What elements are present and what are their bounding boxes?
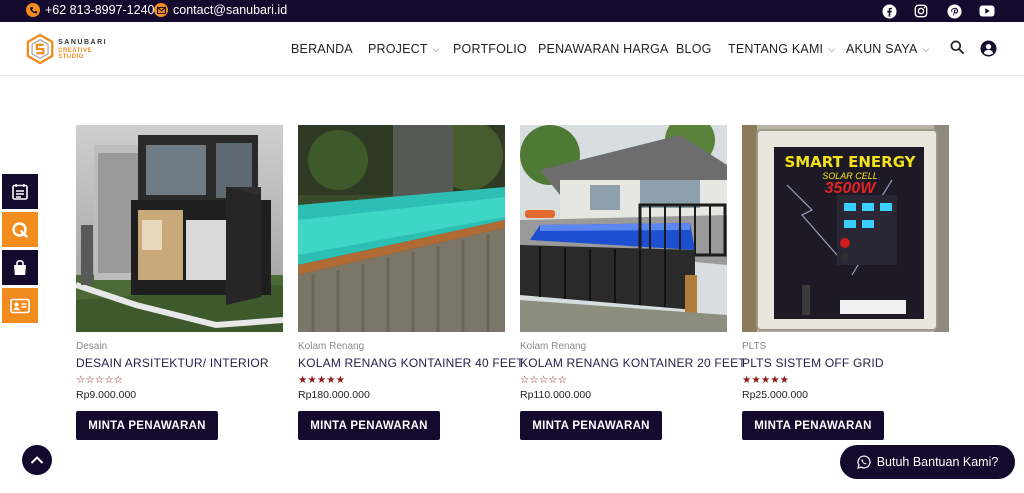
- nav-penawaran-harga[interactable]: PENAWARAN HARGA: [538, 42, 669, 56]
- product-title[interactable]: KOLAM RENANG KONTAINER 40 FEET: [298, 356, 524, 370]
- product-image-kolam-renang-40[interactable]: [298, 125, 505, 332]
- whatsapp-icon: [856, 455, 871, 469]
- product-price: Rp180.000.000: [298, 389, 370, 401]
- contact-card-icon[interactable]: [2, 288, 38, 323]
- nav-portfolio[interactable]: PORTFOLIO: [453, 42, 527, 56]
- chevron-down-icon: ⌵: [432, 44, 440, 54]
- panel-brand-text: SMART ENERGY: [784, 153, 916, 171]
- nav-label: AKUN SAYA: [846, 42, 918, 56]
- minta-penawaran-button[interactable]: MINTA PENAWARAN: [520, 411, 662, 440]
- product-image-kolam-renang-20[interactable]: [520, 125, 727, 332]
- minta-penawaran-button[interactable]: MINTA PENAWARAN: [76, 411, 218, 440]
- nav-label: PORTFOLIO: [453, 42, 527, 56]
- logo-mark-icon: [26, 33, 54, 65]
- instagram-icon[interactable]: [913, 3, 929, 19]
- minta-penawaran-button[interactable]: MINTA PENAWARAN: [742, 411, 884, 440]
- logo-line-1: SANUBARI: [58, 38, 108, 46]
- scroll-to-top-button[interactable]: [22, 445, 52, 475]
- shopping-bag-icon[interactable]: [2, 250, 38, 285]
- pinterest-icon[interactable]: [946, 3, 962, 19]
- rating-stars: ☆☆☆☆☆: [76, 374, 124, 386]
- whatsapp-label: Butuh Bantuan Kami?: [876, 455, 999, 469]
- youtube-icon[interactable]: [979, 3, 995, 19]
- product-title[interactable]: DESAIN ARSITEKTUR/ INTERIOR: [76, 356, 269, 370]
- email-contact[interactable]: contact@sanubari.id: [154, 3, 287, 17]
- site-header: SANUBARI CREATIVE STUDIO BERANDA PROJECT…: [0, 22, 1024, 76]
- rating-stars: ☆☆☆☆☆: [520, 374, 568, 386]
- product-title[interactable]: KOLAM RENANG KONTAINER 20 FEET: [520, 356, 746, 370]
- email-icon: [154, 3, 168, 17]
- email-address: contact@sanubari.id: [173, 3, 288, 17]
- panel-watt-text: 3500W: [824, 180, 876, 197]
- product-category[interactable]: Desain: [76, 341, 107, 352]
- chevron-up-icon: [30, 456, 44, 464]
- logo-line-2: CREATIVE STUDIO: [58, 47, 93, 60]
- product-price: Rp25.000.000: [742, 389, 808, 401]
- nav-label: PENAWARAN HARGA: [538, 42, 669, 56]
- minta-penawaran-button[interactable]: MINTA PENAWARAN: [298, 411, 440, 440]
- phone-number: +62 813-8997-1240: [45, 3, 155, 17]
- nav-project[interactable]: PROJECT ⌵: [368, 42, 440, 56]
- whatsapp-help-button[interactable]: Butuh Bantuan Kami?: [840, 445, 1015, 479]
- nav-label: BERANDA: [291, 42, 353, 56]
- phone-contact[interactable]: +62 813-8997-1240: [26, 3, 154, 17]
- chevron-down-icon: ⌵: [922, 44, 930, 54]
- product-image-desain-arsitektur[interactable]: [76, 125, 283, 332]
- quote-icon[interactable]: [2, 212, 38, 247]
- chevron-down-icon: ⌵: [828, 44, 836, 54]
- rating-stars: ★★★★★: [298, 374, 346, 386]
- account-icon[interactable]: [980, 40, 997, 57]
- nav-tentang-kami[interactable]: TENTANG KAMI ⌵: [728, 42, 835, 56]
- nav-blog[interactable]: BLOG: [676, 42, 712, 56]
- nav-akun-saya[interactable]: AKUN SAYA ⌵: [846, 42, 930, 56]
- facebook-icon[interactable]: [881, 3, 897, 19]
- product-image-plts-sistem-off-grid[interactable]: SMART ENERGY SOLAR CELL 3500W: [742, 125, 949, 332]
- phone-icon: [26, 3, 40, 17]
- search-icon[interactable]: [950, 40, 964, 54]
- product-price: Rp110.000.000: [520, 389, 592, 401]
- rating-stars: ★★★★★: [742, 374, 790, 386]
- nav-label: PROJECT: [368, 42, 428, 56]
- nav-beranda[interactable]: BERANDA: [291, 42, 353, 56]
- catalog-icon[interactable]: [2, 174, 38, 209]
- product-category[interactable]: PLTS: [742, 341, 766, 352]
- product-category[interactable]: Kolam Renang: [520, 341, 586, 352]
- product-price: Rp9.000.000: [76, 389, 137, 401]
- product-category[interactable]: Kolam Renang: [298, 341, 364, 352]
- nav-label: TENTANG KAMI: [728, 42, 824, 56]
- site-logo[interactable]: SANUBARI CREATIVE STUDIO: [26, 32, 116, 66]
- nav-label: BLOG: [676, 42, 712, 56]
- product-title[interactable]: PLTS SISTEM OFF GRID: [742, 356, 884, 370]
- top-bar: +62 813-8997-1240 contact@sanubari.id: [0, 0, 1024, 22]
